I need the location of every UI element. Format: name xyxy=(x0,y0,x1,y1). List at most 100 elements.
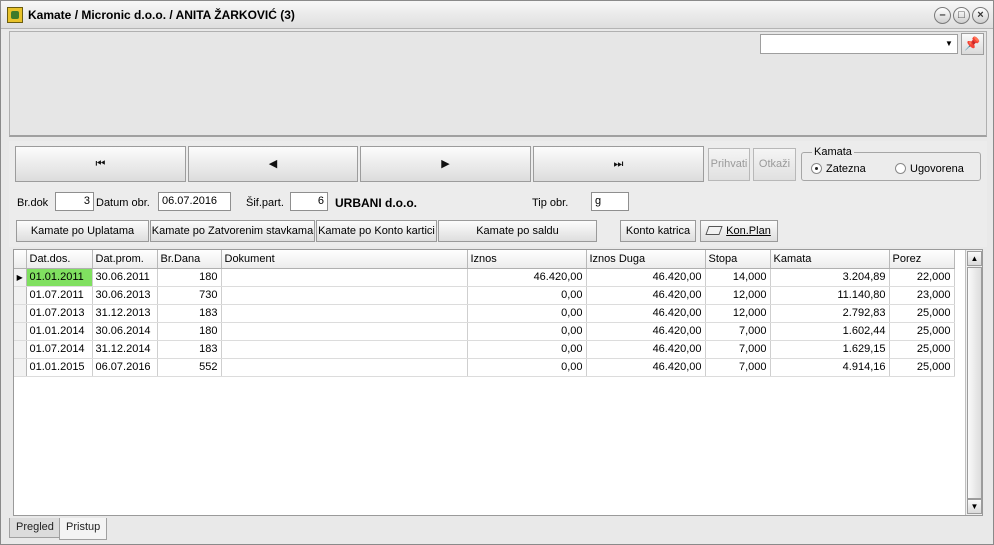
cancel-button[interactable]: Otkaži xyxy=(753,148,796,181)
interest-grid[interactable]: Dat.dos. Dat.prom. Br.Dana Dokument Iznos Izn… xyxy=(13,249,983,516)
kamate-po-zatvorenim-button[interactable]: Kamate po Zatvorenim stavkama xyxy=(150,220,315,242)
nav-first-button[interactable]: ⏮ xyxy=(15,146,186,182)
table-cell[interactable]: 22,000 xyxy=(889,268,955,287)
table-cell[interactable]: 180 xyxy=(157,268,222,287)
br-dok-field[interactable]: 3 xyxy=(55,192,94,211)
table-row[interactable]: 01.07.2014 31.12.2014 183 0,00 46.420,00 7,00… xyxy=(14,340,955,359)
nav-last-button[interactable]: ⏭ xyxy=(533,146,704,182)
table-row[interactable]: 01.07.2013 31.12.2013 183 0,00 46.420,00 12,0… xyxy=(14,304,955,323)
column-header[interactable]: Dat.prom. xyxy=(92,250,158,269)
table-cell[interactable]: 1.602,44 xyxy=(770,322,890,341)
radio-zatezna[interactable]: Zatezna xyxy=(811,163,866,175)
table-cell[interactable]: 0,00 xyxy=(467,322,587,341)
column-header[interactable]: Dat.dos. xyxy=(26,250,93,269)
table-cell[interactable]: 7,000 xyxy=(705,322,771,341)
tip-field[interactable]: g xyxy=(591,192,629,211)
table-cell[interactable]: 30.06.2013 xyxy=(92,286,158,305)
table-cell[interactable]: 01.01.2015 xyxy=(26,358,93,377)
table-cell[interactable] xyxy=(221,286,468,305)
table-cell[interactable]: 14,000 xyxy=(705,268,771,287)
table-cell[interactable]: 46.420,00 xyxy=(586,286,706,305)
table-cell[interactable]: 01.01.2014 xyxy=(26,322,93,341)
chevron-down-icon[interactable]: ▼ xyxy=(941,35,957,53)
table-cell[interactable] xyxy=(221,268,468,287)
table-row[interactable]: 01.01.2014 30.06.2014 180 0,00 46.420,00 7,00… xyxy=(14,322,955,341)
minimize-icon[interactable]: – xyxy=(934,7,951,24)
table-cell[interactable]: 180 xyxy=(157,322,222,341)
column-header[interactable]: Kamata xyxy=(770,250,890,269)
table-row[interactable]: ▶ 01.01.2011 30.06.2011 180 46.420,00 46.420,… xyxy=(14,268,955,287)
sif-part-field[interactable]: 6 xyxy=(290,192,328,211)
column-header[interactable]: Br.Dana xyxy=(157,250,222,269)
table-row[interactable]: 01.01.2015 06.07.2016 552 0,00 46.420,00 7,00… xyxy=(14,358,955,377)
table-cell[interactable]: 46.420,00 xyxy=(467,268,587,287)
konto-katrica-button[interactable]: Konto katrica xyxy=(620,220,696,242)
kon-plan-button[interactable]: Kon.Plan xyxy=(700,220,778,242)
column-header[interactable]: Stopa xyxy=(705,250,771,269)
table-cell[interactable]: 30.06.2011 xyxy=(92,268,158,287)
datum-field[interactable]: 06.07.2016 xyxy=(158,192,231,211)
table-cell[interactable]: 0,00 xyxy=(467,340,587,359)
table-cell[interactable]: 2.792,83 xyxy=(770,304,890,323)
tab-pregled[interactable]: Pregled xyxy=(9,518,61,538)
table-cell[interactable]: 7,000 xyxy=(705,358,771,377)
radio-ugovorena[interactable]: Ugovorena xyxy=(895,163,964,175)
nav-next-button[interactable]: ▶ xyxy=(360,146,531,182)
table-cell[interactable]: 25,000 xyxy=(889,322,955,341)
table-cell[interactable]: 01.07.2013 xyxy=(26,304,93,323)
table-cell[interactable]: 46.420,00 xyxy=(586,322,706,341)
table-cell[interactable]: 25,000 xyxy=(889,304,955,323)
table-cell[interactable] xyxy=(221,340,468,359)
vertical-scrollbar[interactable]: ▲ ▼ xyxy=(965,250,982,515)
table-cell[interactable]: 7,000 xyxy=(705,340,771,359)
table-cell[interactable]: 3.204,89 xyxy=(770,268,890,287)
table-cell[interactable]: 552 xyxy=(157,358,222,377)
table-cell[interactable]: 23,000 xyxy=(889,286,955,305)
table-cell[interactable]: 01.07.2014 xyxy=(26,340,93,359)
scroll-down-icon[interactable]: ▼ xyxy=(967,499,982,514)
close-icon[interactable]: × xyxy=(972,7,989,24)
filter-combo[interactable]: ▼ xyxy=(760,34,958,54)
tab-pristup[interactable]: Pristup xyxy=(59,518,108,540)
table-cell[interactable]: 1.629,15 xyxy=(770,340,890,359)
scroll-up-icon[interactable]: ▲ xyxy=(967,251,982,266)
kamate-po-konto-button[interactable]: Kamate po Konto kartici xyxy=(316,220,437,242)
table-cell[interactable]: 46.420,00 xyxy=(586,340,706,359)
kamate-po-uplatama-button[interactable]: Kamate po Uplatama xyxy=(16,220,149,242)
table-cell[interactable]: 25,000 xyxy=(889,358,955,377)
maximize-icon[interactable]: □ xyxy=(953,7,970,24)
table-cell[interactable]: 46.420,00 xyxy=(586,268,706,287)
table-cell[interactable]: 12,000 xyxy=(705,286,771,305)
table-cell[interactable]: 0,00 xyxy=(467,358,587,377)
table-cell[interactable] xyxy=(221,304,468,323)
table-cell[interactable]: 46.420,00 xyxy=(586,304,706,323)
column-header[interactable]: Iznos xyxy=(467,250,587,269)
nav-prev-button[interactable]: ◀ xyxy=(188,146,358,182)
column-header[interactable]: Iznos Duga xyxy=(586,250,706,269)
kamate-po-saldu-button[interactable]: Kamate po saldu xyxy=(438,220,597,242)
table-cell[interactable] xyxy=(221,358,468,377)
table-cell[interactable]: 31.12.2013 xyxy=(92,304,158,323)
accept-button[interactable]: Prihvati xyxy=(708,148,750,181)
table-cell[interactable]: 30.06.2014 xyxy=(92,322,158,341)
table-row[interactable]: 01.07.2011 30.06.2013 730 0,00 46.420,00 12,0… xyxy=(14,286,955,305)
table-cell[interactable]: 46.420,00 xyxy=(586,358,706,377)
table-cell[interactable]: 12,000 xyxy=(705,304,771,323)
table-cell[interactable]: 4.914,16 xyxy=(770,358,890,377)
table-cell[interactable]: 25,000 xyxy=(889,340,955,359)
table-cell[interactable]: 0,00 xyxy=(467,304,587,323)
table-cell[interactable]: 11.140,80 xyxy=(770,286,890,305)
table-cell[interactable]: 0,00 xyxy=(467,286,587,305)
column-header[interactable]: Dokument xyxy=(221,250,468,269)
table-cell[interactable]: 31.12.2014 xyxy=(92,340,158,359)
column-header[interactable]: Porez xyxy=(889,250,955,269)
table-cell[interactable]: 01.01.2011 xyxy=(26,268,93,287)
table-cell[interactable]: 183 xyxy=(157,304,222,323)
table-cell[interactable]: 06.07.2016 xyxy=(92,358,158,377)
pin-button[interactable]: 📌 xyxy=(961,33,984,55)
table-cell[interactable]: 183 xyxy=(157,340,222,359)
table-cell[interactable]: 730 xyxy=(157,286,222,305)
table-cell[interactable] xyxy=(221,322,468,341)
table-cell[interactable]: 01.07.2011 xyxy=(26,286,93,305)
scroll-thumb[interactable] xyxy=(967,267,982,499)
